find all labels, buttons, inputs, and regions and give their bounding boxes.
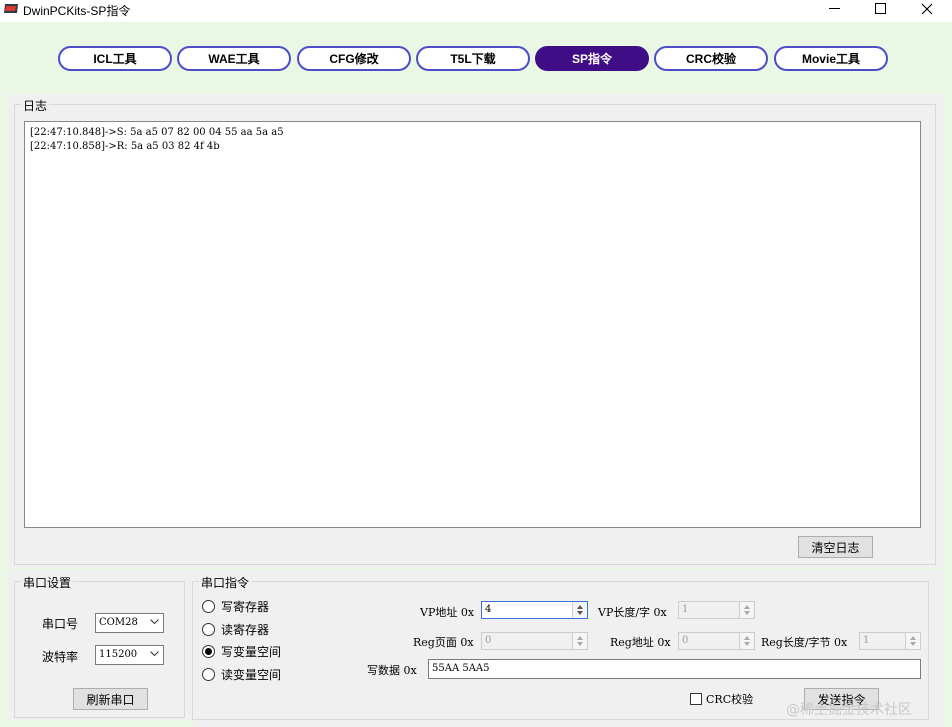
spin-buttons[interactable]	[572, 602, 587, 618]
reg-length-value: 1	[863, 635, 870, 646]
radio-label: 读寄存器	[221, 623, 270, 637]
spin-buttons[interactable]	[739, 602, 754, 618]
reg-address-spinner[interactable]: 0	[678, 632, 755, 650]
tab-sp[interactable]: SP指令	[535, 46, 649, 71]
port-select[interactable]: COM28	[95, 613, 164, 633]
minimize-icon[interactable]	[812, 0, 858, 18]
vp-length-label: VP长度/字 0x	[598, 606, 667, 619]
spin-down-icon[interactable]	[577, 642, 583, 646]
serial-group-title: 串口设置	[21, 574, 74, 591]
write-data-label: 写数据 0x	[367, 664, 417, 677]
vp-length-value: 1	[682, 604, 689, 615]
radio-circle	[202, 600, 215, 613]
radio-read-variable[interactable]: 读变量空间	[202, 666, 281, 683]
vp-address-value: 4	[485, 604, 492, 615]
reg-page-spinner[interactable]: 0	[481, 632, 588, 650]
spin-up-icon[interactable]	[744, 636, 750, 640]
port-label: 串口号	[42, 617, 79, 631]
spin-up-icon[interactable]	[744, 605, 750, 609]
checkbox-box	[690, 693, 702, 705]
app-icon	[4, 4, 18, 13]
title-bar: DwinPCKits-SP指令	[0, 0, 952, 22]
spin-up-icon[interactable]	[577, 605, 583, 609]
log-group-title: 日志	[21, 97, 50, 114]
radio-label: 写变量空间	[221, 645, 282, 659]
spin-buttons[interactable]	[905, 633, 920, 649]
vp-length-spinner[interactable]: 1	[678, 601, 755, 619]
reg-page-label: Reg页面 0x	[413, 636, 474, 649]
command-group-title: 串口指令	[199, 574, 252, 591]
reg-address-label: Reg地址 0x	[610, 636, 671, 649]
clear-log-button[interactable]: 清空日志	[798, 536, 873, 558]
spin-down-icon[interactable]	[577, 611, 583, 615]
write-data-value: 55AA 5AA5	[432, 663, 490, 674]
vp-address-spinner[interactable]: 4	[481, 601, 588, 619]
baud-select[interactable]: 115200	[95, 645, 164, 665]
spin-down-icon[interactable]	[744, 642, 750, 646]
chevron-down-icon	[150, 651, 159, 657]
close-icon[interactable]	[904, 0, 950, 18]
write-data-input[interactable]: 55AA 5AA5	[428, 659, 921, 679]
spin-buttons[interactable]	[739, 633, 754, 649]
baud-label: 波特率	[42, 650, 79, 664]
radio-circle	[202, 623, 215, 636]
reg-length-label: Reg长度/字节 0x	[761, 636, 848, 649]
spin-up-icon[interactable]	[910, 636, 916, 640]
radio-circle	[202, 668, 215, 681]
log-textarea[interactable]: [22:47:10.848]->S: 5a a5 07 82 00 04 55 …	[24, 121, 921, 528]
window-title: DwinPCKits-SP指令	[23, 4, 131, 18]
spin-down-icon[interactable]	[910, 642, 916, 646]
watermark: @稀土掘金技术社区	[786, 702, 912, 718]
radio-write-variable[interactable]: 写变量空间	[202, 643, 281, 660]
tab-crc[interactable]: CRC校验	[654, 46, 768, 71]
tab-wae[interactable]: WAE工具	[177, 46, 291, 71]
vp-address-label: VP地址 0x	[420, 606, 475, 619]
spin-up-icon[interactable]	[577, 636, 583, 640]
radio-label: 读变量空间	[221, 668, 282, 682]
tab-cfg[interactable]: CFG修改	[297, 46, 411, 71]
radio-write-register[interactable]: 写寄存器	[202, 598, 269, 615]
chevron-down-icon	[150, 619, 159, 625]
reg-page-value: 0	[485, 635, 492, 646]
baud-select-value: 115200	[99, 649, 138, 660]
radio-circle-checked	[202, 645, 215, 658]
tab-movie[interactable]: Movie工具	[774, 46, 888, 71]
reg-address-value: 0	[682, 635, 689, 646]
log-line: [22:47:10.858]->R: 5a a5 03 82 4f 4b	[30, 141, 220, 152]
spin-buttons[interactable]	[572, 633, 587, 649]
radio-read-register[interactable]: 读寄存器	[202, 621, 269, 638]
log-line: [22:47:10.848]->S: 5a a5 07 82 00 04 55 …	[30, 127, 284, 138]
maximize-icon[interactable]	[858, 0, 904, 18]
port-select-value: COM28	[99, 617, 138, 628]
radio-label: 写寄存器	[221, 600, 270, 614]
refresh-port-button[interactable]: 刷新串口	[73, 688, 148, 710]
tab-t5l[interactable]: T5L下载	[416, 46, 530, 71]
crc-checkbox[interactable]: CRC校验	[690, 691, 753, 707]
reg-length-spinner[interactable]: 1	[859, 632, 921, 650]
spin-down-icon[interactable]	[744, 611, 750, 615]
tab-icl[interactable]: ICL工具	[58, 46, 172, 71]
crc-checkbox-label: CRC校验	[706, 693, 754, 706]
